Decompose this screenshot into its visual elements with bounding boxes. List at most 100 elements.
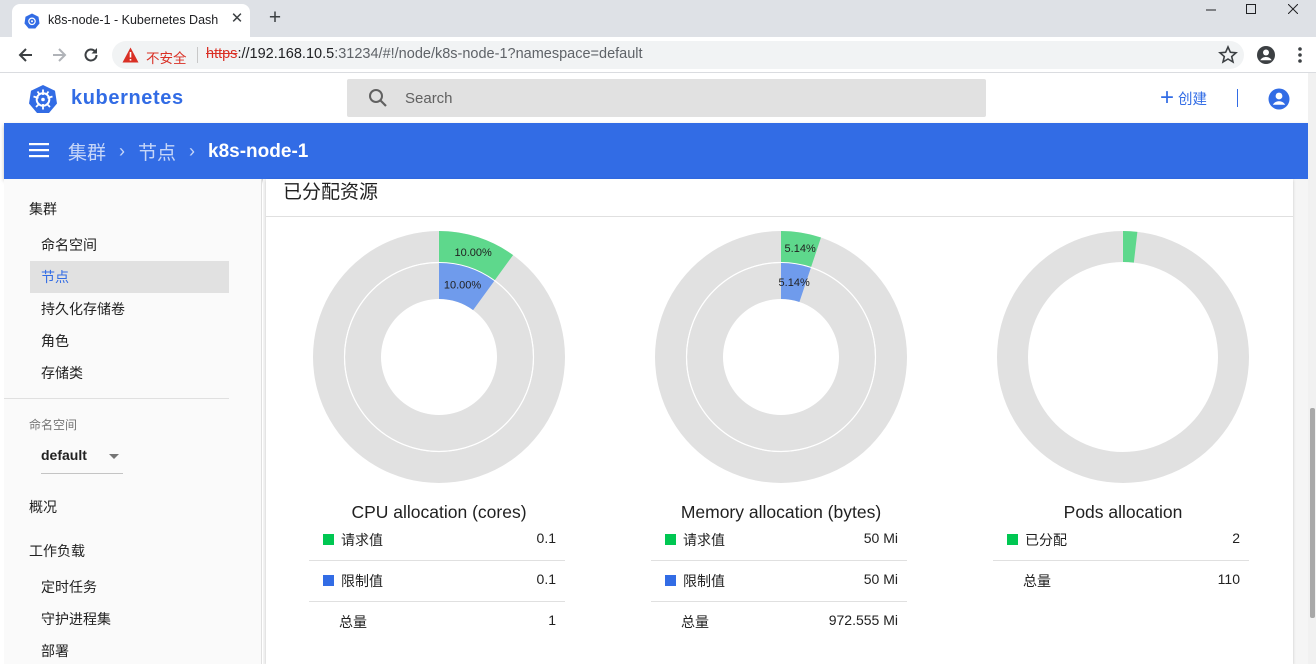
header-divider <box>1237 89 1238 107</box>
sidebar-item-roles[interactable]: 角色 <box>30 325 229 357</box>
tab-title: k8s-node-1 - Kubernetes Dash <box>48 13 219 27</box>
browser-account-icon[interactable] <box>1256 45 1276 65</box>
chevron-right-icon: › <box>119 141 126 161</box>
legend-label: 总量 <box>339 614 367 630</box>
browser-tabstrip: k8s-node-1 - Kubernetes Dash ✕ + <box>0 0 1316 37</box>
legend-value: 50 Mi <box>863 530 898 546</box>
browser-menu-icon[interactable] <box>1290 45 1310 65</box>
reload-icon[interactable] <box>81 45 101 65</box>
legend-value: 50 Mi <box>863 571 898 587</box>
address-separator <box>197 47 198 63</box>
cpu-legend-row: 请求值 0.1 <box>309 520 565 561</box>
sidebar-item-nodes[interactable]: 节点 <box>30 261 229 293</box>
page-scrollbar[interactable] <box>1308 73 1316 664</box>
sidebar-heading-cluster[interactable]: 集群 <box>29 199 57 219</box>
breadcrumb-nodes[interactable]: 节点 <box>138 138 176 165</box>
legend-label: 请求值 <box>341 532 383 548</box>
search-icon <box>369 89 387 107</box>
memory-legend-row: 请求值 50 Mi <box>651 520 907 561</box>
sidebar-item-persistent-volumes[interactable]: 持久化存储卷 <box>30 293 229 325</box>
legend-value: 0.1 <box>536 571 556 587</box>
namespace-select[interactable]: default <box>41 444 123 474</box>
breadcrumb-cluster[interactable]: 集群 <box>68 138 106 165</box>
sidebar-heading-workloads[interactable]: 工作负载 <box>29 541 85 561</box>
legend-label: 总量 <box>681 614 709 630</box>
legend-label: 限制值 <box>683 573 725 589</box>
legend-label: 总量 <box>1023 573 1051 589</box>
legend-value: 0.1 <box>536 530 556 546</box>
user-account-icon[interactable] <box>1268 88 1290 110</box>
legend-swatch <box>665 534 676 545</box>
memory-slice-label: 5.14% <box>785 243 816 255</box>
legend-label: 限制值 <box>341 573 383 589</box>
browser-tab[interactable]: k8s-node-1 - Kubernetes Dash ✕ <box>12 4 250 37</box>
sidebar-item-storage-classes[interactable]: 存储类 <box>30 357 229 389</box>
search-input[interactable] <box>405 87 965 109</box>
sidebar-item-deployments[interactable]: 部署 <box>30 635 229 664</box>
card-divider <box>266 216 1293 217</box>
sidebar-item-overview[interactable]: 概况 <box>29 497 57 517</box>
legend-value: 972.555 Mi <box>828 612 898 628</box>
sidebar: 集群 命名空间 节点 持久化存储卷 角色 存储类 命名空间 default 概况… <box>4 179 262 664</box>
allocated-resources-card: 已分配资源 10.00% 10.00% CPU allocation (cores)… <box>266 179 1293 664</box>
cpu-slice-label: 10.00% <box>444 280 482 292</box>
legend-swatch <box>665 575 676 586</box>
pods-legend-row: 总量 110 <box>993 561 1249 602</box>
url-scheme: https <box>206 46 238 62</box>
kubernetes-favicon-icon <box>24 13 40 29</box>
ring-background <box>997 231 1249 483</box>
memory-slice-label: 5.14% <box>779 277 810 289</box>
namespace-value: default <box>41 447 87 463</box>
pods-allocation-donut <box>997 231 1249 483</box>
breadcrumb-current-node: k8s-node-1 <box>208 140 309 162</box>
url-host: ://192.168.10.5 <box>237 46 335 62</box>
legend-label: 已分配 <box>1025 532 1067 548</box>
sidebar-item-cronjobs[interactable]: 定时任务 <box>30 571 229 603</box>
pods-legend-row: 已分配 2 <box>993 520 1249 561</box>
memory-legend-row: 限制值 50 Mi <box>651 561 907 602</box>
new-tab-icon[interactable]: + <box>263 6 287 30</box>
dropdown-caret-icon <box>109 454 119 459</box>
warning-icon <box>122 47 139 63</box>
create-label: 创建 <box>1178 91 1208 108</box>
close-window-icon[interactable] <box>1270 0 1316 20</box>
cpu-legend-row: 限制值 0.1 <box>309 561 565 602</box>
browser-toolbar: 不安全 https://192.168.10.5:31234/#!/node/k… <box>0 37 1316 73</box>
kubernetes-logo-icon[interactable] <box>28 84 58 114</box>
legend-value: 1 <box>548 612 556 628</box>
scrollbar-thumb[interactable] <box>1310 408 1315 618</box>
breadcrumb-bar: 集群 › 节点 › k8s-node-1 <box>4 123 1316 179</box>
breadcrumb: 集群 › 节点 › k8s-node-1 <box>68 138 308 165</box>
back-arrow-icon[interactable] <box>16 45 36 65</box>
search-box[interactable] <box>347 79 986 117</box>
bookmark-star-icon[interactable] <box>1218 45 1238 65</box>
legend-value: 110 <box>1217 571 1240 587</box>
namespace-label: 命名空间 <box>29 418 78 432</box>
legend-label: 请求值 <box>683 532 725 548</box>
forward-arrow-icon[interactable] <box>49 45 69 65</box>
brand-name[interactable]: kubernetes <box>71 87 184 110</box>
address-bar[interactable]: 不安全 https://192.168.10.5:31234/#!/node/k… <box>112 41 1244 69</box>
hamburger-menu-icon[interactable] <box>29 140 49 160</box>
chevron-right-icon: › <box>189 141 196 161</box>
tab-close-icon[interactable]: ✕ <box>228 10 246 28</box>
sidebar-item-daemonsets[interactable]: 守护进程集 <box>30 603 229 635</box>
legend-swatch <box>323 534 334 545</box>
memory-allocation-donut: 5.14% 5.14% <box>655 231 907 483</box>
url-path: :31234/#!/node/k8s-node-1?namespace=defa… <box>334 46 643 62</box>
sidebar-item-namespaces[interactable]: 命名空间 <box>30 229 229 261</box>
memory-legend-row: 总量 972.555 Mi <box>651 602 907 643</box>
plus-icon: + <box>1160 84 1175 111</box>
cpu-slice-label: 10.00% <box>454 247 492 259</box>
app-header: kubernetes + 创建 <box>0 73 1316 123</box>
cpu-legend-row: 总量 1 <box>309 602 565 643</box>
create-button[interactable]: + 创建 <box>1160 86 1207 110</box>
insecure-label[interactable]: 不安全 <box>146 47 187 67</box>
url-text[interactable]: https://192.168.10.5:31234/#!/node/k8s-n… <box>206 46 643 62</box>
legend-swatch <box>1007 534 1018 545</box>
cpu-allocation-donut: 10.00% 10.00% <box>313 231 565 483</box>
main-content: 已分配资源 10.00% 10.00% CPU allocation (cores)… <box>263 179 1308 664</box>
legend-value: 2 <box>1232 530 1240 546</box>
sidebar-divider <box>4 398 229 399</box>
maximize-icon[interactable] <box>1228 0 1274 20</box>
